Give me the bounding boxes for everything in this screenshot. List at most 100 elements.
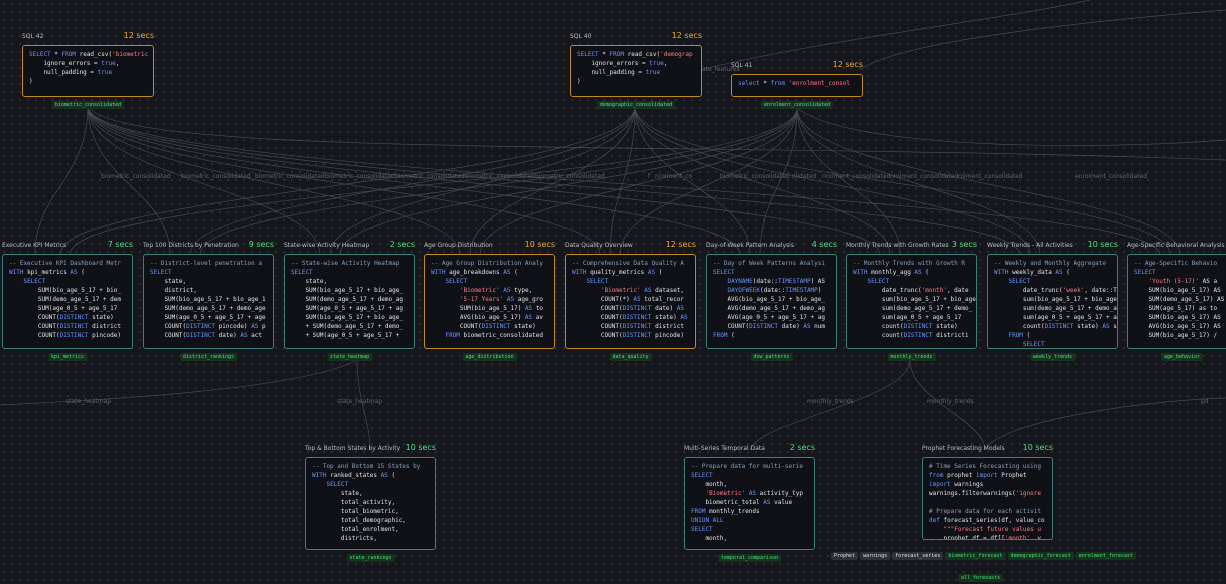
multi-series-temporal-node[interactable]: Multi-Series Temporal Data 2 secs -- Prepa… [684, 443, 815, 562]
code-text[interactable]: -- Day of Week Patterns Analysi SELECT DA… [707, 255, 836, 344]
output-badge[interactable]: biometric_consolidated [51, 101, 125, 109]
code-token: * [598, 51, 610, 58]
code-text[interactable]: SELECT * FROM read_csv('biometric ignore… [23, 46, 153, 90]
code-text[interactable]: -- District-level penetration a SELECT st… [144, 255, 273, 344]
code-text[interactable]: -- Weekly and Monthly Aggregate WITH week… [988, 255, 1118, 348]
output-badge[interactable]: kpi_metrics [47, 353, 88, 361]
code-cell[interactable]: -- Age Group Distribution Analy WITH age_… [424, 254, 555, 349]
code-line: date_trunc('month', date [853, 286, 970, 295]
code-token: DISTINCT [59, 314, 89, 321]
code-text[interactable]: -- Executive KPI Dashboard Metr WITH kpi_… [3, 255, 132, 344]
code-line: FROM monthly_trends [691, 507, 808, 516]
sql-41-node[interactable]: SQL 41 12 secs select * from 'enrolment_co… [731, 60, 863, 109]
output-badge[interactable]: age_behavior [1160, 353, 1204, 361]
code-cell[interactable]: select * from 'enrolment_consol [731, 74, 863, 97]
code-line: COUNT(DISTINCT date) AS act [150, 331, 267, 340]
code-cell[interactable]: -- Monthly Trends with Growth R WITH mont… [846, 254, 977, 349]
code-cell[interactable]: -- Age-Specific Behavio SELECT 'Youth (5-… [1127, 254, 1226, 349]
top-bottom-states-node[interactable]: Top & Bottom States by Activity 10 secs --… [305, 443, 436, 562]
variable-badge[interactable]: warnings [860, 552, 891, 560]
output-badge[interactable]: monthly_trends [887, 353, 936, 361]
output-badge[interactable]: dow_patterns [750, 353, 793, 361]
code-token: quality_metrics [586, 269, 648, 276]
output-badge[interactable]: temporal_comparison [717, 554, 782, 562]
code-token: weekly_data [1008, 269, 1056, 276]
code-text[interactable]: -- Top and Bottom 15 States by WITH rank… [306, 458, 435, 547]
code-token: true [101, 60, 116, 67]
code-line: '5-17 Years' AS age_gro [431, 295, 548, 304]
code-cell[interactable]: SELECT * FROM read_csv('demograp ignore_… [570, 45, 702, 97]
monthly-trends-node[interactable]: Monthly Trends with Growth Rates 3 secs --… [846, 240, 977, 361]
state-wise-heatmap-node[interactable]: State-wise Activity Heatmap 2 secs -- Stat… [284, 240, 415, 361]
code-cell[interactable]: -- Weekly and Monthly Aggregate WITH week… [987, 254, 1118, 349]
age-group-distribution-node[interactable]: Age Group Distribution 10 secs -- Age Grou… [424, 240, 555, 361]
code-text[interactable]: -- State-wise Activity Heatmap SELECT st… [285, 255, 414, 344]
output-badge[interactable]: state_heatmap [326, 353, 373, 361]
code-line: -- District-level penetration a [150, 259, 267, 268]
code-token: DISTINCT [481, 323, 511, 330]
code-line: COUNT(DISTINCT state) [431, 322, 548, 331]
code-text[interactable]: -- Prepare data for multi-serie SELECT mo… [685, 458, 814, 547]
output-badge[interactable]: enrolment_consolidated [760, 101, 834, 109]
code-token: ( [1022, 332, 1031, 339]
variable-badge[interactable]: enrolment_forecast [1075, 552, 1136, 560]
code-cell[interactable]: -- Day of Week Patterns Analysi SELECT DA… [706, 254, 837, 349]
code-token: sum(demo_age_5_17 + demo_ag [994, 305, 1118, 312]
code-token: AVG(bio_age_5_17) [431, 314, 525, 321]
code-token: , [663, 60, 668, 67]
output-badge[interactable]: state_rankings [346, 554, 395, 562]
code-token: AS [503, 287, 511, 294]
variable-badge[interactable]: Prophet [831, 552, 859, 560]
code-text[interactable]: select * from 'enrolment_consol [732, 75, 862, 92]
variable-badge[interactable]: biometric_forecast [945, 552, 1006, 560]
code-text[interactable]: -- Age-Specific Behavio SELECT 'Youth (5-… [1128, 255, 1226, 344]
prophet-forecasting-node[interactable]: Prophet Forecasting Models 10 secs # Time … [922, 443, 1053, 552]
output-badge[interactable]: data_quality [609, 353, 652, 361]
code-cell[interactable]: -- Prepare data for multi-serie SELECT mo… [684, 457, 815, 550]
sql-40-node[interactable]: SQL 40 12 secs SELECT * FROM read_csv('dem… [570, 31, 702, 109]
output-badge[interactable]: district_rankings [179, 353, 238, 361]
age-specific-behavioral-node[interactable]: Age-Specific Behavioral Analysis -- Age-S… [1127, 242, 1226, 361]
variable-badge[interactable]: demographic_forecast [1007, 552, 1074, 560]
output-badge[interactable]: demographic_consolidated [596, 101, 676, 109]
code-line: COUNT(DISTINCT pincode) [572, 331, 689, 340]
output-badge[interactable]: weekly_trends [1029, 353, 1076, 361]
executive-kpi-metrics-node[interactable]: Executive KPI Metrics 7 secs -- Executive … [2, 240, 133, 361]
day-of-week-pattern-node[interactable]: Day-of-Week Pattern Analysis 4 secs -- Day… [706, 240, 837, 361]
edge-label: biometric_consolidated [181, 173, 251, 180]
weekly-trends-node[interactable]: Weekly Trends - All Activities 10 secs -- … [987, 240, 1118, 361]
code-line: total_enrolment, [312, 525, 429, 534]
code-cell[interactable]: -- Comprehensive Data Quality A WITH qual… [565, 254, 696, 349]
code-token: prophet [943, 472, 976, 479]
code-cell[interactable]: # Time Series Forecasting using from prop… [922, 457, 1053, 540]
code-line: sum(age_0_5 + age_5_17 [853, 313, 970, 322]
code-token: null_padding = [29, 69, 98, 76]
code-token: -- Day of Week Patterns Analysi [713, 260, 825, 267]
node-title: Top 100 Districts by Penetration [143, 242, 239, 249]
output-badge[interactable]: age_distribution [462, 353, 517, 361]
edge-label: rolment_consolidated [958, 173, 1023, 180]
top-100-districts-node[interactable]: Top 100 Districts by Penetration 9 secs --… [143, 240, 274, 361]
output-badge[interactable]: all_forecasts [958, 574, 1004, 582]
data-quality-overview-node[interactable]: Data Quality Overview 12 secs -- Comprehen… [565, 240, 696, 361]
code-token: COUNT( [572, 332, 623, 339]
code-cell[interactable]: -- Top and Bottom 15 States by WITH rank… [305, 457, 436, 550]
code-token: date) [651, 305, 677, 312]
code-text[interactable]: # Time Series Forecasting using from prop… [923, 458, 1052, 539]
code-line: 'Youth (5-17)' AS a [1134, 277, 1226, 286]
sql-42-node[interactable]: SQL 42 12 secs SELECT * FROM read_csv('bio… [22, 31, 154, 109]
code-cell[interactable]: SELECT * FROM read_csv('biometric ignore… [22, 45, 154, 97]
code-cell[interactable]: -- State-wise Activity Heatmap SELECT st… [284, 254, 415, 349]
code-text[interactable]: -- Monthly Trends with Growth R WITH mont… [847, 255, 976, 344]
code-cell[interactable]: -- Executive KPI Dashboard Metr WITH kpi_… [2, 254, 133, 349]
variable-badge[interactable]: forecast_series [892, 552, 944, 560]
code-line: SUM(demo_age_5_17 + demo_ag [291, 295, 408, 304]
code-cell[interactable]: -- District-level penetration a SELECT st… [143, 254, 274, 349]
code-text[interactable]: -- Age Group Distribution Analy WITH age_… [425, 255, 554, 344]
code-text[interactable]: SELECT * FROM read_csv('demograp ignore_… [571, 46, 701, 90]
code-text[interactable]: -- Comprehensive Data Quality A WITH qual… [566, 255, 695, 344]
